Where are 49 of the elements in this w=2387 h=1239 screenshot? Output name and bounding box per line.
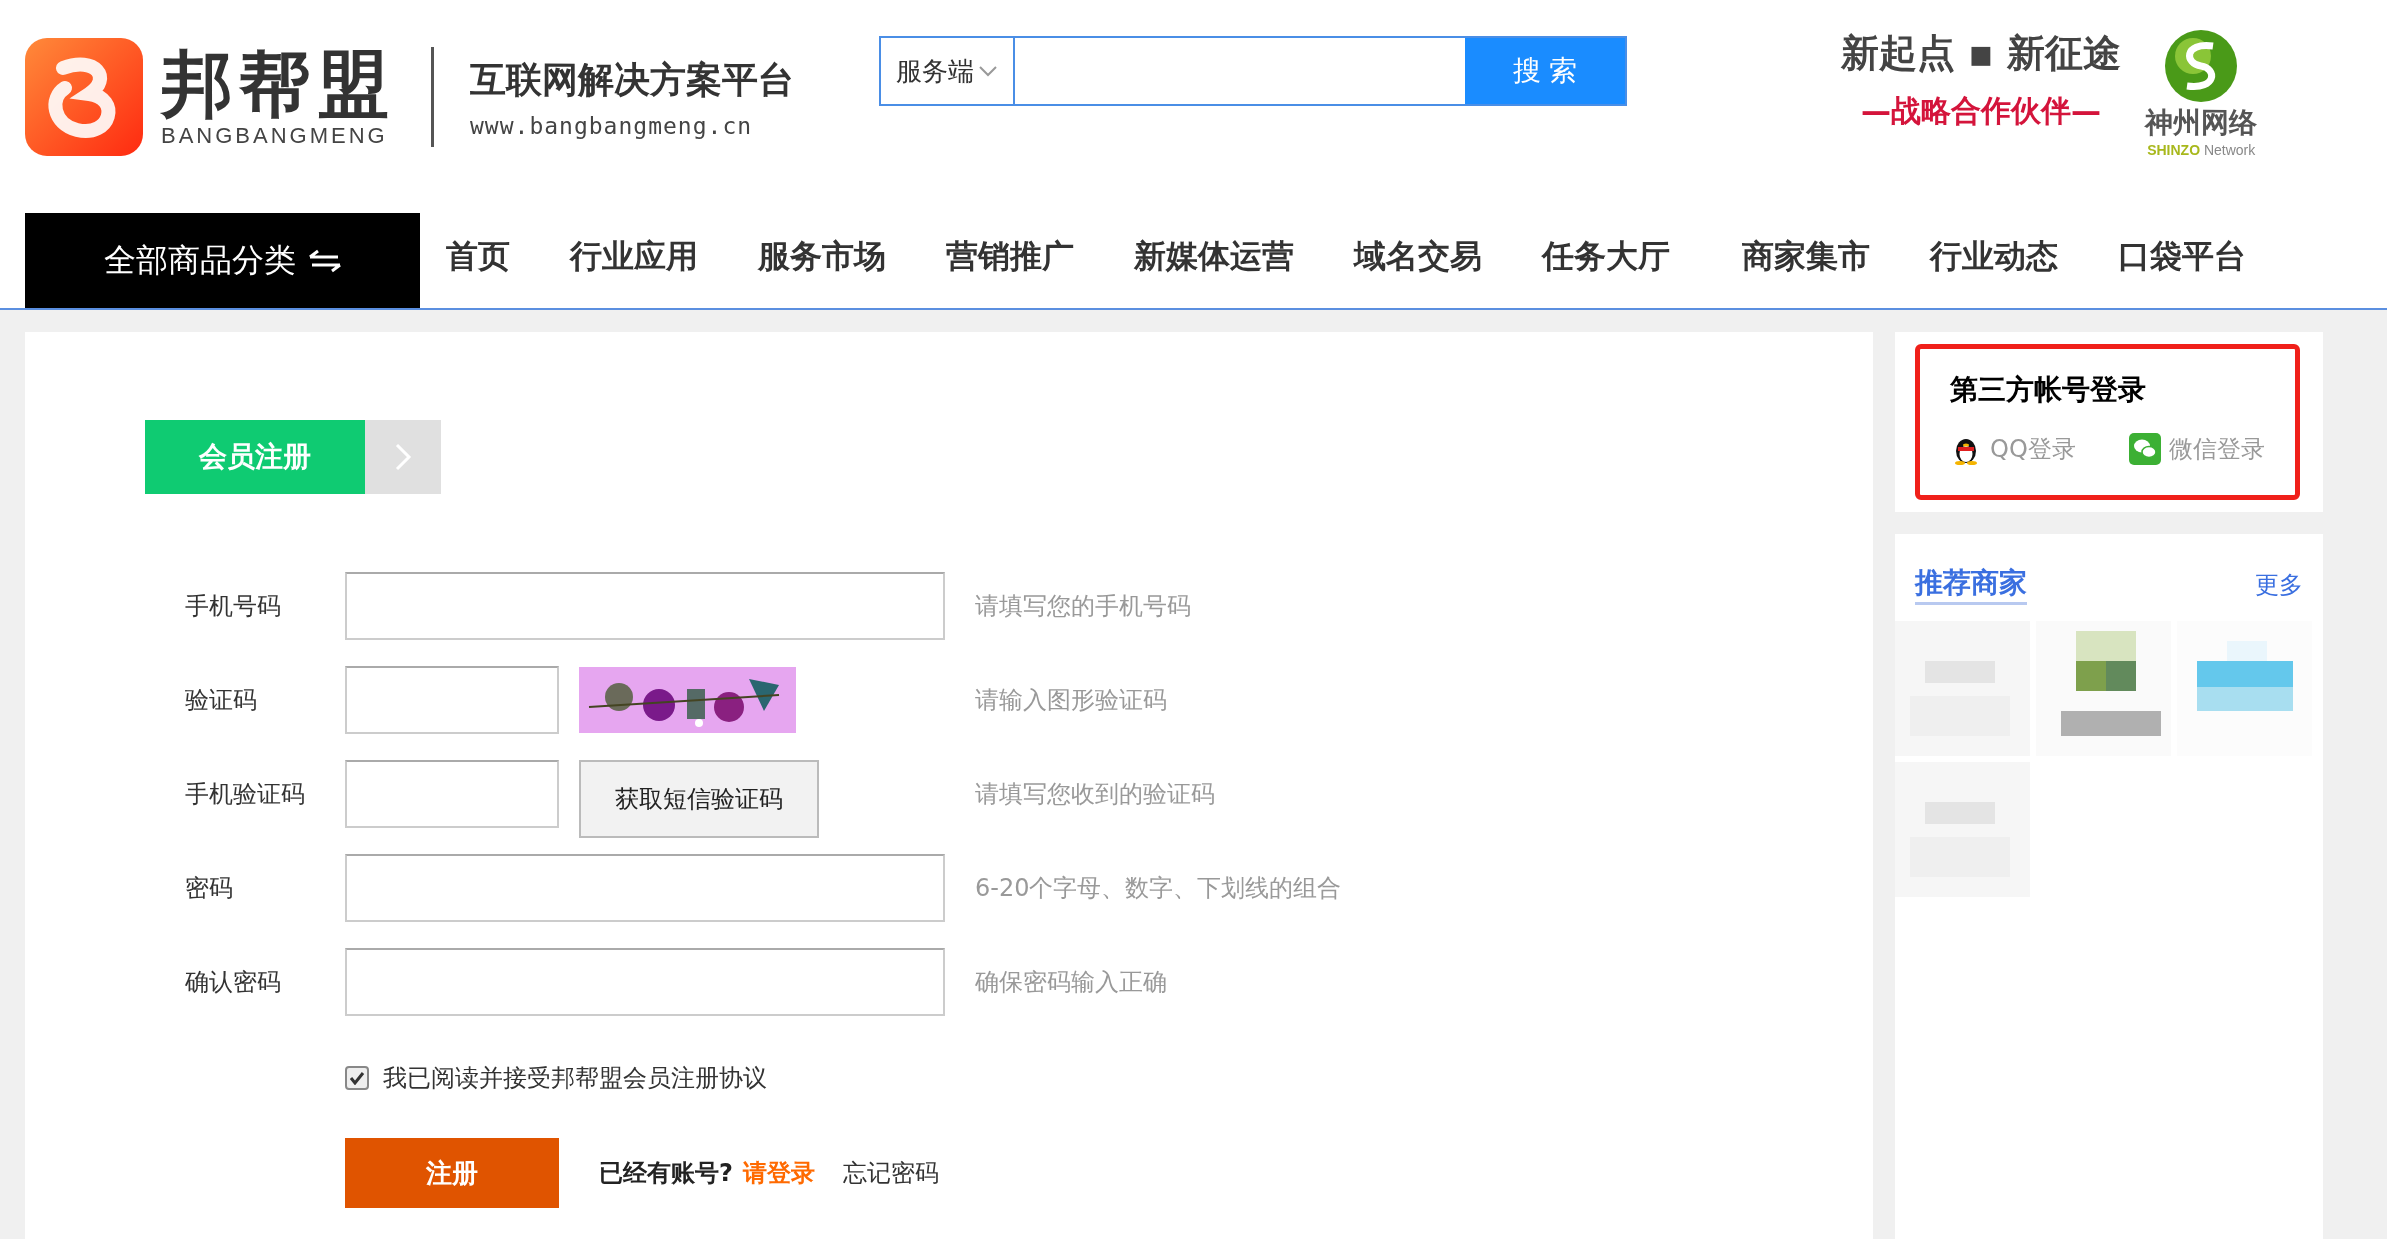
nav-link[interactable]: 行业应用 bbox=[570, 226, 698, 287]
agreement-text: 我已阅读并接受邦帮盟会员注册协议 bbox=[383, 1063, 767, 1094]
sms-code-button[interactable]: 获取短信验证码 bbox=[579, 760, 819, 838]
field-hint: 确保密码输入正确 bbox=[975, 967, 1167, 998]
section-title: 推荐商家 bbox=[1915, 564, 2027, 605]
partner-name: 神州网络 bbox=[2145, 105, 2258, 141]
field-hint: 6-20个字母、数字、下划线的组合 bbox=[975, 873, 1342, 904]
checkmark-icon bbox=[349, 1071, 365, 1085]
field-label: 手机号码 bbox=[184, 591, 282, 622]
checkbox[interactable] bbox=[345, 1066, 369, 1090]
input-field[interactable] bbox=[345, 948, 945, 1016]
forgot-password-link[interactable]: 忘记密码 bbox=[842, 1157, 939, 1189]
captcha-field[interactable] bbox=[345, 666, 559, 734]
input-field[interactable] bbox=[345, 854, 945, 922]
brand-pinyin: BANGBANGMENG bbox=[161, 123, 389, 149]
input-field[interactable] bbox=[345, 572, 945, 640]
more-link[interactable]: 更多 bbox=[2255, 568, 2303, 601]
category-menu-button[interactable]: 全部商品分类 bbox=[25, 213, 420, 308]
sms-code-field[interactable] bbox=[345, 760, 559, 828]
nav-link[interactable]: 任务大厅 bbox=[1542, 226, 1670, 287]
register-button[interactable]: 注册 bbox=[345, 1138, 559, 1208]
field-label: 确认密码 bbox=[184, 967, 282, 998]
swap-arrows-icon bbox=[307, 248, 342, 273]
nav-link[interactable]: 首页 bbox=[446, 226, 510, 287]
field-hint: 请填写您收到的验证码 bbox=[975, 779, 1215, 810]
section-title: 第三方帐号登录 bbox=[1950, 372, 2147, 408]
nav-link[interactable]: 域名交易 bbox=[1354, 226, 1482, 287]
nav-link[interactable]: 新媒体运营 bbox=[1134, 226, 1294, 287]
field-label: 手机验证码 bbox=[184, 779, 306, 810]
globe-icon bbox=[2163, 28, 2240, 104]
brand-name: 邦帮盟 bbox=[161, 45, 395, 123]
field-hint: 请填写您的手机号码 bbox=[975, 591, 1191, 622]
field-label: 密码 bbox=[184, 873, 234, 904]
nav-link[interactable]: 商家集市 bbox=[1742, 226, 1870, 287]
nav-link[interactable]: 行业动态 bbox=[1930, 226, 2058, 287]
chevron-right-icon bbox=[394, 442, 412, 472]
nav-link[interactable]: 口袋平台 bbox=[2118, 226, 2246, 287]
nav-link[interactable]: 营销推广 bbox=[946, 226, 1074, 287]
chat-bubbles-icon bbox=[2129, 433, 2161, 465]
nav-link[interactable]: 服务市场 bbox=[758, 226, 886, 287]
partner-tagline: —战略合作伙伴— bbox=[1861, 92, 2102, 130]
partner-headline: 新起点 ▪ 新征途 bbox=[1841, 30, 2122, 77]
field-label: 验证码 bbox=[184, 685, 258, 716]
login-prompt: 已经有账号? bbox=[599, 1158, 733, 1189]
logo-icon bbox=[25, 38, 143, 156]
field-hint: 请输入图形验证码 bbox=[975, 685, 1167, 716]
partner-name-en: SHINZO Network bbox=[2147, 142, 2256, 158]
slogan: 互联网解决方案平台 bbox=[470, 57, 794, 102]
site-url: www.bangbangmeng.cn bbox=[470, 112, 754, 139]
